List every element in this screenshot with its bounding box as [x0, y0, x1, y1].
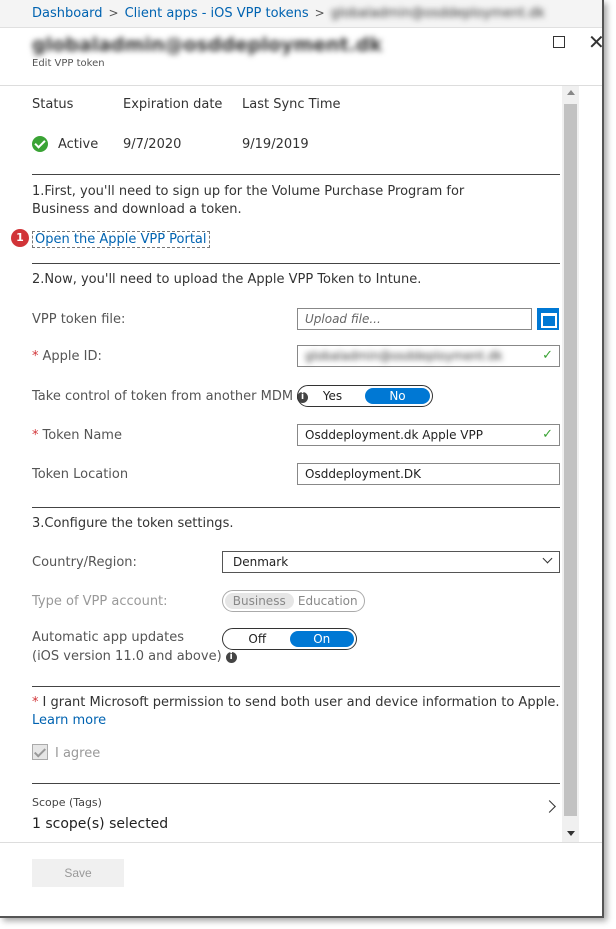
take-control-label: Take control of token from another MDM i	[32, 389, 309, 404]
expiration-header: Expiration date	[123, 97, 223, 112]
toggle-yes[interactable]: Yes	[300, 388, 365, 404]
last-sync-header: Last Sync Time	[242, 97, 341, 112]
toggle-off[interactable]: Off	[225, 631, 290, 647]
page-title: globaladmin@osddeployment.dk	[32, 34, 383, 56]
token-location-input[interactable]: Osddeployment.DK	[297, 463, 560, 485]
breadcrumb-ios-vpp-tokens[interactable]: Client apps - iOS VPP tokens	[125, 6, 309, 21]
country-select[interactable]: Denmark	[222, 551, 560, 573]
learn-more-link[interactable]: Learn more	[32, 713, 106, 728]
apple-vpp-portal-link[interactable]: Open the Apple VPP Portal	[32, 231, 210, 248]
country-value: Denmark	[233, 555, 289, 569]
chevron-right-icon[interactable]	[543, 800, 556, 813]
auto-update-toggle[interactable]: Off On	[222, 628, 357, 650]
apple-id-label: * Apple ID:	[32, 349, 102, 364]
scroll-up-icon[interactable]	[567, 90, 575, 95]
step3-text: 3.Configure the token settings.	[32, 516, 234, 531]
account-type-toggle: Business Education	[222, 590, 365, 612]
close-icon[interactable]: ✕	[588, 30, 602, 54]
active-check-icon	[32, 136, 48, 156]
toggle-no[interactable]: No	[365, 388, 430, 404]
apple-id-input[interactable]: globaladmin@osddeployment.dk ✓	[297, 345, 560, 367]
breadcrumb: Dashboard > Client apps - iOS VPP tokens > g…	[0, 0, 602, 28]
take-control-toggle[interactable]: Yes No	[297, 385, 433, 407]
status-header: Status	[32, 97, 74, 112]
apple-id-value: globaladmin@osddeployment.dk	[305, 349, 503, 363]
divider	[32, 783, 560, 784]
expiration-value: 9/7/2020	[123, 137, 182, 152]
last-sync-value: 9/19/2019	[242, 137, 309, 152]
divider	[32, 686, 560, 687]
scope-value[interactable]: 1 scope(s) selected	[32, 816, 168, 832]
breadcrumb-chevron-icon: >	[108, 6, 119, 20]
save-button[interactable]: Save	[32, 859, 124, 887]
token-name-value: Osddeployment.dk Apple VPP	[305, 428, 483, 442]
step1-text: 1.First, you'll need to sign up for the …	[32, 184, 465, 217]
scroll-down-icon[interactable]	[567, 831, 575, 836]
token-file-input[interactable]: Upload file...	[297, 308, 532, 330]
scope-label: Scope (Tags)	[32, 796, 102, 809]
token-location-label: Token Location	[32, 467, 129, 482]
blade-content: Status Expiration date Last Sync Time Ac…	[0, 86, 562, 842]
page-subtitle: Edit VPP token	[32, 58, 105, 69]
status-value: Active	[58, 137, 99, 152]
callout-badge: 1	[11, 229, 29, 247]
divider	[32, 263, 560, 264]
agree-label: I agree	[55, 746, 101, 761]
breadcrumb-dashboard[interactable]: Dashboard	[32, 6, 103, 21]
valid-check-icon: ✓	[542, 348, 553, 363]
toggle-education: Education	[297, 594, 358, 608]
edit-vpp-token-blade: Dashboard > Client apps - iOS VPP tokens > g…	[0, 0, 604, 918]
token-name-input[interactable]: Osddeployment.dk Apple VPP ✓	[297, 424, 560, 446]
breadcrumb-current: globaladmin@osddeployment.dk	[330, 6, 545, 21]
token-file-label: VPP token file:	[32, 312, 126, 327]
step2-text: 2.Now, you'll need to upload the Apple V…	[32, 272, 422, 287]
scroll-thumb[interactable]	[564, 104, 577, 816]
divider	[32, 507, 560, 508]
folder-icon[interactable]	[537, 308, 559, 330]
blade-footer: Save	[0, 842, 602, 916]
info-icon[interactable]: i	[225, 652, 237, 663]
blade-header: globaladmin@osddeployment.dk Edit VPP to…	[0, 28, 602, 86]
auto-update-label: Automatic app updates	[32, 630, 184, 645]
account-type-label: Type of VPP account:	[32, 594, 168, 609]
auto-update-sublabel: (iOS version 11.0 and above) i	[32, 649, 237, 664]
chevron-down-icon	[542, 553, 553, 564]
toggle-on[interactable]: On	[289, 631, 354, 647]
breadcrumb-chevron-icon: >	[314, 6, 325, 20]
country-label: Country/Region:	[32, 555, 137, 570]
valid-check-icon: ✓	[542, 427, 553, 442]
restore-icon[interactable]	[553, 36, 565, 48]
agree-checkbox[interactable]	[32, 744, 48, 760]
token-name-label: * Token Name	[32, 428, 122, 443]
toggle-business: Business	[225, 593, 294, 609]
divider	[32, 174, 560, 175]
consent-text: * I grant Microsoft permission to send bo…	[32, 695, 560, 710]
scrollbar[interactable]	[562, 86, 579, 842]
